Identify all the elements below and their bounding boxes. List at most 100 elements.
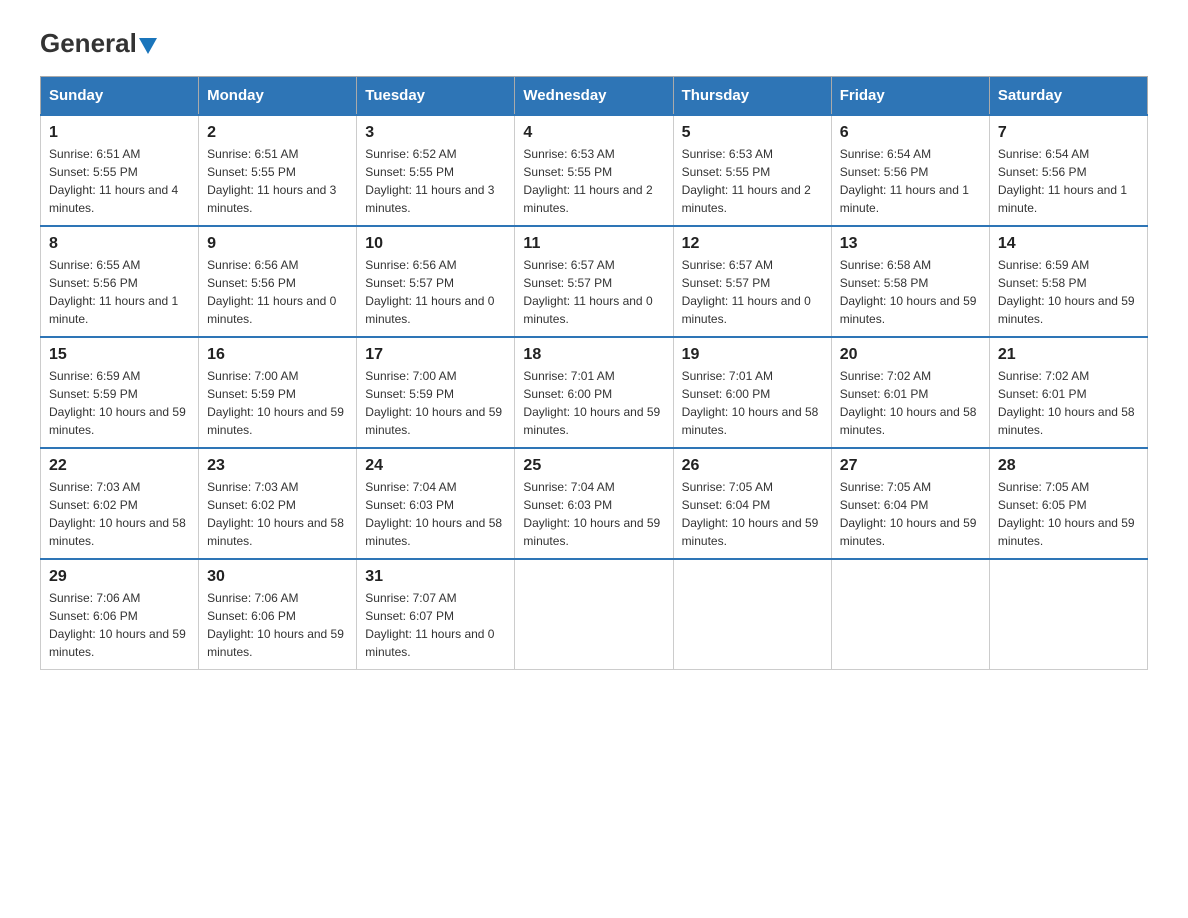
day-info: Sunrise: 7:01 AMSunset: 6:00 PMDaylight:… [682,369,819,437]
day-number: 15 [49,346,190,364]
logo: General [40,30,157,56]
weekday-header-sunday: Sunday [41,77,199,116]
calendar-cell: 1 Sunrise: 6:51 AMSunset: 5:55 PMDayligh… [41,115,199,226]
day-info: Sunrise: 7:01 AMSunset: 6:00 PMDaylight:… [523,369,660,437]
day-info: Sunrise: 7:05 AMSunset: 6:04 PMDaylight:… [840,480,977,548]
day-number: 16 [207,346,348,364]
day-number: 13 [840,235,981,253]
weekday-header-wednesday: Wednesday [515,77,673,116]
calendar-cell: 16 Sunrise: 7:00 AMSunset: 5:59 PMDaylig… [199,337,357,448]
calendar-cell: 5 Sunrise: 6:53 AMSunset: 5:55 PMDayligh… [673,115,831,226]
calendar-cell: 13 Sunrise: 6:58 AMSunset: 5:58 PMDaylig… [831,226,989,337]
day-info: Sunrise: 6:56 AMSunset: 5:56 PMDaylight:… [207,258,336,326]
day-number: 24 [365,457,506,475]
day-info: Sunrise: 7:03 AMSunset: 6:02 PMDaylight:… [207,480,344,548]
day-number: 26 [682,457,823,475]
calendar-cell: 24 Sunrise: 7:04 AMSunset: 6:03 PMDaylig… [357,448,515,559]
day-number: 10 [365,235,506,253]
day-number: 5 [682,124,823,142]
weekday-header-tuesday: Tuesday [357,77,515,116]
calendar-cell: 26 Sunrise: 7:05 AMSunset: 6:04 PMDaylig… [673,448,831,559]
day-info: Sunrise: 6:54 AMSunset: 5:56 PMDaylight:… [998,147,1127,215]
day-info: Sunrise: 7:00 AMSunset: 5:59 PMDaylight:… [365,369,502,437]
day-number: 2 [207,124,348,142]
calendar-cell: 21 Sunrise: 7:02 AMSunset: 6:01 PMDaylig… [989,337,1147,448]
day-number: 9 [207,235,348,253]
day-number: 11 [523,235,664,253]
calendar-cell: 22 Sunrise: 7:03 AMSunset: 6:02 PMDaylig… [41,448,199,559]
calendar-cell: 25 Sunrise: 7:04 AMSunset: 6:03 PMDaylig… [515,448,673,559]
calendar-week-row: 29 Sunrise: 7:06 AMSunset: 6:06 PMDaylig… [41,559,1148,670]
calendar-week-row: 1 Sunrise: 6:51 AMSunset: 5:55 PMDayligh… [41,115,1148,226]
calendar-cell [989,559,1147,670]
calendar-cell: 7 Sunrise: 6:54 AMSunset: 5:56 PMDayligh… [989,115,1147,226]
day-info: Sunrise: 7:02 AMSunset: 6:01 PMDaylight:… [998,369,1135,437]
calendar-cell: 14 Sunrise: 6:59 AMSunset: 5:58 PMDaylig… [989,226,1147,337]
day-number: 22 [49,457,190,475]
calendar-cell: 20 Sunrise: 7:02 AMSunset: 6:01 PMDaylig… [831,337,989,448]
day-info: Sunrise: 6:57 AMSunset: 5:57 PMDaylight:… [682,258,811,326]
day-info: Sunrise: 7:07 AMSunset: 6:07 PMDaylight:… [365,591,494,659]
calendar-header-row: SundayMondayTuesdayWednesdayThursdayFrid… [41,77,1148,116]
day-info: Sunrise: 6:51 AMSunset: 5:55 PMDaylight:… [207,147,336,215]
calendar-cell: 11 Sunrise: 6:57 AMSunset: 5:57 PMDaylig… [515,226,673,337]
day-info: Sunrise: 6:52 AMSunset: 5:55 PMDaylight:… [365,147,494,215]
calendar-week-row: 15 Sunrise: 6:59 AMSunset: 5:59 PMDaylig… [41,337,1148,448]
day-info: Sunrise: 6:54 AMSunset: 5:56 PMDaylight:… [840,147,969,215]
day-info: Sunrise: 6:53 AMSunset: 5:55 PMDaylight:… [523,147,652,215]
calendar-cell: 28 Sunrise: 7:05 AMSunset: 6:05 PMDaylig… [989,448,1147,559]
day-number: 18 [523,346,664,364]
day-number: 28 [998,457,1139,475]
day-number: 4 [523,124,664,142]
day-info: Sunrise: 7:02 AMSunset: 6:01 PMDaylight:… [840,369,977,437]
logo-general-text: General [40,30,157,58]
calendar-cell [515,559,673,670]
calendar-cell: 2 Sunrise: 6:51 AMSunset: 5:55 PMDayligh… [199,115,357,226]
day-info: Sunrise: 7:04 AMSunset: 6:03 PMDaylight:… [523,480,660,548]
day-number: 20 [840,346,981,364]
weekday-header-thursday: Thursday [673,77,831,116]
day-number: 19 [682,346,823,364]
calendar-cell: 10 Sunrise: 6:56 AMSunset: 5:57 PMDaylig… [357,226,515,337]
calendar-cell: 29 Sunrise: 7:06 AMSunset: 6:06 PMDaylig… [41,559,199,670]
day-number: 8 [49,235,190,253]
calendar-cell: 3 Sunrise: 6:52 AMSunset: 5:55 PMDayligh… [357,115,515,226]
day-info: Sunrise: 7:05 AMSunset: 6:05 PMDaylight:… [998,480,1135,548]
calendar-cell: 12 Sunrise: 6:57 AMSunset: 5:57 PMDaylig… [673,226,831,337]
day-number: 30 [207,568,348,586]
day-info: Sunrise: 6:59 AMSunset: 5:59 PMDaylight:… [49,369,186,437]
calendar-week-row: 8 Sunrise: 6:55 AMSunset: 5:56 PMDayligh… [41,226,1148,337]
calendar-cell: 9 Sunrise: 6:56 AMSunset: 5:56 PMDayligh… [199,226,357,337]
day-number: 23 [207,457,348,475]
day-info: Sunrise: 7:03 AMSunset: 6:02 PMDaylight:… [49,480,186,548]
day-number: 25 [523,457,664,475]
day-number: 17 [365,346,506,364]
day-number: 14 [998,235,1139,253]
calendar-cell: 18 Sunrise: 7:01 AMSunset: 6:00 PMDaylig… [515,337,673,448]
day-number: 1 [49,124,190,142]
day-number: 27 [840,457,981,475]
day-info: Sunrise: 6:53 AMSunset: 5:55 PMDaylight:… [682,147,811,215]
calendar-cell: 6 Sunrise: 6:54 AMSunset: 5:56 PMDayligh… [831,115,989,226]
weekday-header-saturday: Saturday [989,77,1147,116]
day-number: 29 [49,568,190,586]
calendar-cell: 30 Sunrise: 7:06 AMSunset: 6:06 PMDaylig… [199,559,357,670]
day-info: Sunrise: 6:57 AMSunset: 5:57 PMDaylight:… [523,258,652,326]
calendar-cell [831,559,989,670]
day-info: Sunrise: 7:06 AMSunset: 6:06 PMDaylight:… [207,591,344,659]
calendar-cell: 31 Sunrise: 7:07 AMSunset: 6:07 PMDaylig… [357,559,515,670]
calendar-cell: 15 Sunrise: 6:59 AMSunset: 5:59 PMDaylig… [41,337,199,448]
weekday-header-friday: Friday [831,77,989,116]
day-info: Sunrise: 6:59 AMSunset: 5:58 PMDaylight:… [998,258,1135,326]
day-info: Sunrise: 6:55 AMSunset: 5:56 PMDaylight:… [49,258,178,326]
day-info: Sunrise: 7:00 AMSunset: 5:59 PMDaylight:… [207,369,344,437]
calendar-cell: 8 Sunrise: 6:55 AMSunset: 5:56 PMDayligh… [41,226,199,337]
calendar-week-row: 22 Sunrise: 7:03 AMSunset: 6:02 PMDaylig… [41,448,1148,559]
calendar-cell: 4 Sunrise: 6:53 AMSunset: 5:55 PMDayligh… [515,115,673,226]
day-number: 3 [365,124,506,142]
calendar-table: SundayMondayTuesdayWednesdayThursdayFrid… [40,76,1148,670]
day-number: 21 [998,346,1139,364]
calendar-cell [673,559,831,670]
day-info: Sunrise: 6:56 AMSunset: 5:57 PMDaylight:… [365,258,494,326]
calendar-cell: 23 Sunrise: 7:03 AMSunset: 6:02 PMDaylig… [199,448,357,559]
